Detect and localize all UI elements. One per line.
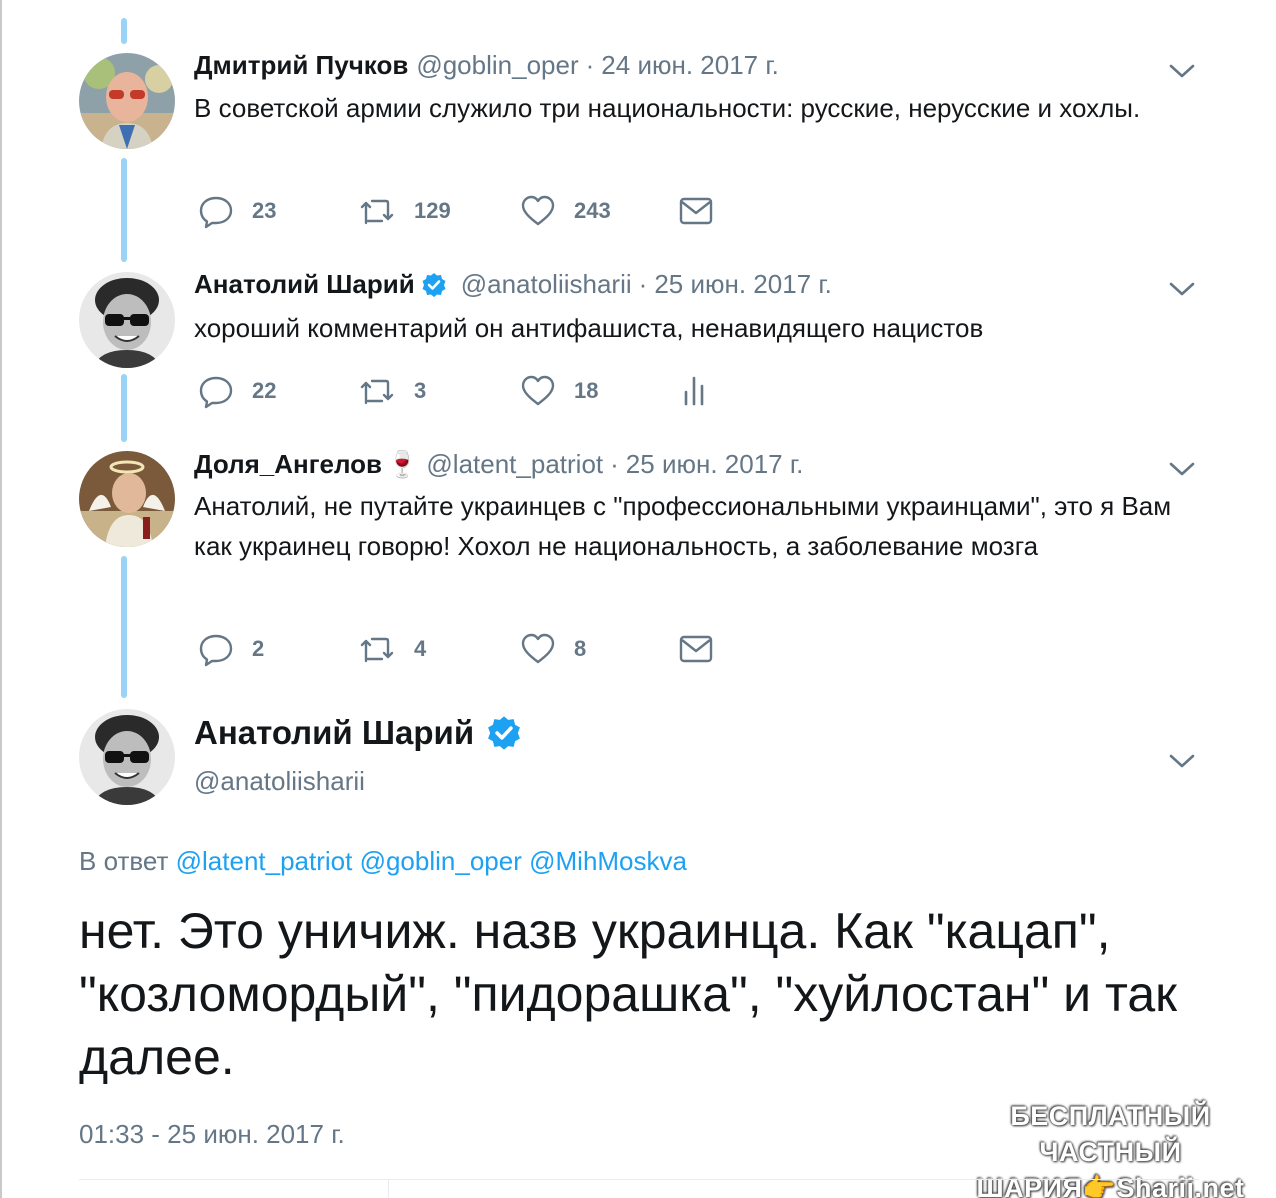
separator-dot: · bbox=[638, 269, 648, 299]
avatar-image bbox=[79, 709, 175, 805]
tweet-date[interactable]: 25 июн. 2017 г. bbox=[626, 449, 804, 480]
main-author: Анатолий Шарий bbox=[194, 714, 522, 752]
chevron-down-icon[interactable] bbox=[1168, 751, 1196, 771]
like-button[interactable]: 18 bbox=[520, 371, 598, 411]
separator-dot: · bbox=[585, 50, 595, 80]
separator-dot: · bbox=[610, 449, 619, 479]
author-name[interactable]: Анатолий Шарий bbox=[194, 714, 474, 752]
chevron-down-icon[interactable] bbox=[1168, 459, 1196, 479]
avatar-image bbox=[79, 272, 175, 368]
heart-icon bbox=[521, 195, 555, 226]
tweet-header: Дмитрий Пучков @goblin_oper · 24 июн. 20… bbox=[194, 50, 779, 81]
tweet-actions: 23 129 243 bbox=[198, 191, 758, 231]
retweet-button[interactable]: 129 bbox=[358, 191, 451, 231]
retweet-icon bbox=[360, 637, 394, 663]
chevron-down-icon[interactable] bbox=[1168, 279, 1196, 299]
direct-message-button[interactable] bbox=[679, 629, 731, 669]
reply-icon bbox=[199, 634, 233, 667]
like-button[interactable]: 8 bbox=[520, 629, 586, 669]
like-count: 18 bbox=[574, 378, 599, 403]
avatar-image bbox=[79, 53, 175, 149]
author-handle[interactable]: @latent_patriot bbox=[426, 449, 603, 480]
retweet-icon bbox=[360, 199, 394, 225]
reply-count: 23 bbox=[252, 198, 277, 223]
avatar[interactable] bbox=[79, 709, 175, 805]
retweet-count: 129 bbox=[414, 198, 451, 223]
like-button[interactable]: 243 bbox=[520, 191, 611, 231]
tweet-date[interactable]: 24 июн. 2017 г. bbox=[601, 50, 779, 81]
reply-button[interactable]: 22 bbox=[198, 371, 276, 411]
reply-count: 2 bbox=[252, 636, 265, 661]
reply-mention-link[interactable]: @latent_patriot bbox=[176, 846, 353, 876]
like-count: 8 bbox=[574, 636, 587, 661]
tweet-text: хороший комментарий он антифашиста, нена… bbox=[194, 313, 984, 343]
tweet-text: Анатолий, не путайте украинцев с "профес… bbox=[194, 491, 1172, 561]
author-name[interactable]: Анатолий Шарий bbox=[194, 269, 415, 300]
watermark: БЕСПЛАТНЫЙ ЧАСТНЫЙ ШАРИЯ👉Sharij.net bbox=[945, 1098, 1276, 1198]
reply-button[interactable]: 23 bbox=[198, 191, 276, 231]
avatar[interactable] bbox=[79, 451, 175, 547]
retweet-icon bbox=[360, 379, 394, 405]
verified-badge-icon bbox=[488, 716, 521, 750]
author-name[interactable]: Доля_Ангелов bbox=[194, 449, 382, 480]
wine-glass-emoji: 🍷 bbox=[386, 449, 419, 479]
direct-message-button[interactable] bbox=[679, 191, 731, 231]
tweet-text: В советской армии служило три национальн… bbox=[194, 93, 1141, 123]
reply-mention-link[interactable]: @MihMoskva bbox=[529, 846, 687, 876]
author-handle[interactable]: @goblin_oper bbox=[416, 50, 578, 81]
tweet-actions: 2 4 8 bbox=[198, 629, 758, 669]
watermark-line: БЕСПЛАТНЫЙ ЧАСТНЫЙ bbox=[1010, 1101, 1211, 1167]
tweet-date[interactable]: 25 июн. 2017 г. bbox=[654, 269, 832, 300]
retweet-button[interactable]: 4 bbox=[358, 629, 426, 669]
author-handle[interactable]: @anatoliisharii bbox=[461, 269, 632, 300]
verified-badge-icon bbox=[422, 272, 446, 297]
heart-icon bbox=[521, 633, 555, 664]
retweet-button[interactable]: 3 bbox=[358, 371, 426, 411]
author-handle[interactable]: @anatoliisharii bbox=[194, 766, 365, 797]
divider bbox=[388, 1180, 389, 1198]
divider bbox=[79, 1179, 1199, 1180]
reply-count: 22 bbox=[252, 378, 277, 403]
tweet[interactable]: Анатолий Шарий @anatoliisharii · 25 июн.… bbox=[0, 250, 1276, 440]
author-name[interactable]: Дмитрий Пучков bbox=[194, 50, 408, 81]
avatar[interactable] bbox=[79, 272, 175, 368]
reply-button[interactable]: 2 bbox=[198, 629, 264, 669]
reply-mention-link[interactable]: @goblin_oper bbox=[360, 846, 522, 876]
tweet-actions: 22 3 18 bbox=[198, 371, 758, 411]
envelope-icon bbox=[679, 197, 713, 225]
tweet-timestamp[interactable]: 01:33 - 25 июн. 2017 г. bbox=[79, 1119, 345, 1150]
tweet[interactable]: Доля_Ангелов 🍷 @latent_patriot · 25 июн.… bbox=[0, 440, 1276, 700]
tweet-header: Анатолий Шарий @anatoliisharii · 25 июн.… bbox=[194, 269, 832, 300]
envelope-icon bbox=[679, 635, 713, 663]
avatar-image bbox=[79, 451, 175, 547]
reply-icon bbox=[199, 376, 233, 409]
tweet-header: Доля_Ангелов 🍷 @latent_patriot · 25 июн.… bbox=[194, 449, 803, 480]
reply-context: В ответ @latent_patriot @goblin_oper @Mi… bbox=[79, 846, 687, 877]
heart-icon bbox=[521, 375, 555, 406]
chevron-down-icon[interactable] bbox=[1168, 61, 1196, 81]
watermark-line: ШАРИЯ👉Sharij.net bbox=[976, 1173, 1245, 1198]
main-tweet-text: нет. Это уничиж. назв украинца. Как "кац… bbox=[79, 903, 1177, 1085]
like-count: 243 bbox=[574, 198, 611, 223]
tweet[interactable]: Дмитрий Пучков @goblin_oper · 24 июн. 20… bbox=[0, 0, 1276, 250]
reply-icon bbox=[199, 196, 233, 229]
analytics-icon bbox=[684, 376, 704, 406]
retweet-count: 3 bbox=[414, 378, 427, 403]
tweet-analytics-button[interactable] bbox=[682, 371, 726, 411]
retweet-count: 4 bbox=[414, 636, 427, 661]
reply-prefix: В ответ bbox=[79, 846, 169, 876]
avatar[interactable] bbox=[79, 53, 175, 149]
